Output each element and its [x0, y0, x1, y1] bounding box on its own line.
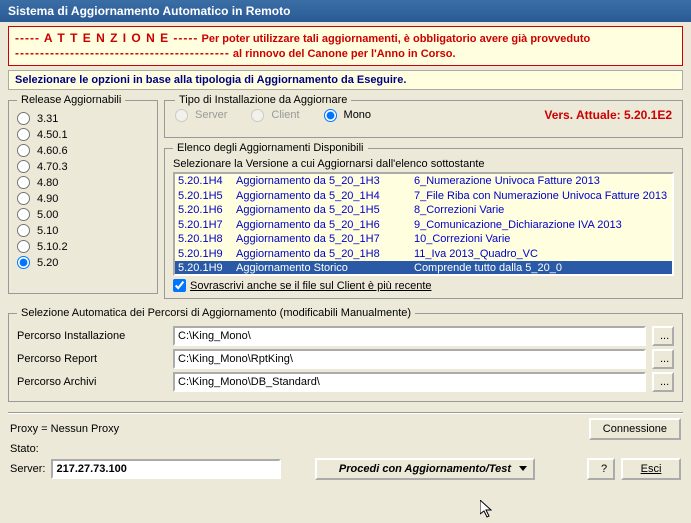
procedi-button[interactable]: Procedi con Aggiornamento/Test: [315, 458, 535, 480]
list-item[interactable]: 5.20.1H9Aggiornamento StoricoComprende t…: [175, 261, 672, 276]
release-radio-5.10.2[interactable]: 5.10.2: [17, 240, 149, 253]
attention-dashes: ----------------------------------------…: [15, 46, 230, 60]
updates-listbox[interactable]: 5.20.1H4Aggiornamento da 5_20_1H36_Numer…: [173, 172, 674, 276]
list-item[interactable]: 5.20.1H8Aggiornamento da 5_20_1H710_Corr…: [175, 232, 672, 247]
version-label: Vers. Attuale: 5.20.1E2: [544, 108, 672, 122]
window-title: Sistema di Aggiornamento Automatico in R…: [0, 0, 691, 22]
releases-legend: Release Aggiornabili: [17, 94, 125, 106]
report-label: Percorso Report: [17, 353, 167, 365]
list-item[interactable]: 5.20.1H6Aggiornamento da 5_20_1H58_Corre…: [175, 203, 672, 218]
help-button[interactable]: ?: [587, 458, 615, 480]
release-radio-4.70.3[interactable]: 4.70.3: [17, 160, 149, 173]
release-radio-4.80[interactable]: 4.80: [17, 176, 149, 189]
server-input[interactable]: [51, 459, 281, 479]
radio-client: Client: [251, 109, 299, 122]
select-instruction: Selezionare le opzioni in base alla tipo…: [8, 70, 683, 90]
paths-fieldset: Selezione Automatica dei Percorsi di Agg…: [8, 307, 683, 402]
release-radio-4.90[interactable]: 4.90: [17, 192, 149, 205]
elenco-subtitle: Selezionare la Versione a cui Aggiornars…: [173, 158, 674, 170]
tipo-legend: Tipo di Installazione da Aggiornare: [175, 94, 351, 106]
list-item[interactable]: 5.20.1H4Aggiornamento da 5_20_1H36_Numer…: [175, 174, 672, 189]
attention-text2: al rinnovo del Canone per l'Anno in Cors…: [233, 48, 456, 60]
list-item[interactable]: 5.20.1H7Aggiornamento da 5_20_1H69_Comun…: [175, 218, 672, 233]
releases-fieldset: Release Aggiornabili 3.31 4.50.1 4.60.6 4.7…: [8, 94, 158, 294]
separator: [8, 412, 683, 414]
install-input[interactable]: [173, 326, 646, 346]
overwrite-checkbox[interactable]: [173, 279, 186, 292]
paths-legend: Selezione Automatica dei Percorsi di Agg…: [17, 307, 415, 319]
attention-text1: Per poter utilizzare tali aggiornamenti,…: [201, 33, 590, 45]
release-radio-5.00[interactable]: 5.00: [17, 208, 149, 221]
radio-server: Server: [175, 109, 227, 122]
archivi-input[interactable]: [173, 372, 646, 392]
archivi-browse-button[interactable]: ...: [652, 372, 674, 392]
attention-head: ----- A T T E N Z I O N E -----: [15, 31, 198, 45]
esci-button[interactable]: Esci: [621, 458, 681, 480]
release-radio-4.50.1[interactable]: 4.50.1: [17, 128, 149, 141]
release-radio-4.60.6[interactable]: 4.60.6: [17, 144, 149, 157]
release-radio-5.20[interactable]: 5.20: [17, 256, 149, 269]
connection-button[interactable]: Connessione: [589, 418, 681, 440]
list-item[interactable]: 5.20.1H9Aggiornamento da 5_20_1H811_Iva …: [175, 247, 672, 262]
report-input[interactable]: [173, 349, 646, 369]
archivi-label: Percorso Archivi: [17, 376, 167, 388]
elenco-legend: Elenco degli Aggiornamenti Disponibili: [173, 142, 368, 154]
server-label: Server:: [10, 463, 45, 475]
tipo-fieldset: Tipo di Installazione da Aggiornare Serv…: [164, 94, 683, 138]
cursor-icon: [480, 500, 496, 520]
proxy-label: Proxy = Nessun Proxy: [10, 423, 119, 435]
elenco-fieldset: Elenco degli Aggiornamenti Disponibili S…: [164, 142, 683, 299]
overwrite-label: Sovrascrivi anche se il file sul Client …: [190, 280, 432, 292]
release-radio-3.31[interactable]: 3.31: [17, 112, 149, 125]
report-browse-button[interactable]: ...: [652, 349, 674, 369]
release-radio-5.10[interactable]: 5.10: [17, 224, 149, 237]
install-browse-button[interactable]: ...: [652, 326, 674, 346]
select-instruction-text: Selezionare le opzioni in base alla tipo…: [15, 74, 406, 86]
install-label: Percorso Installazione: [17, 330, 167, 342]
list-item[interactable]: 5.20.1H5Aggiornamento da 5_20_1H47_File …: [175, 189, 672, 204]
radio-mono[interactable]: Mono: [324, 109, 372, 122]
stato-label: Stato:: [10, 443, 39, 455]
attention-banner: ----- A T T E N Z I O N E ----- Per pote…: [8, 26, 683, 66]
